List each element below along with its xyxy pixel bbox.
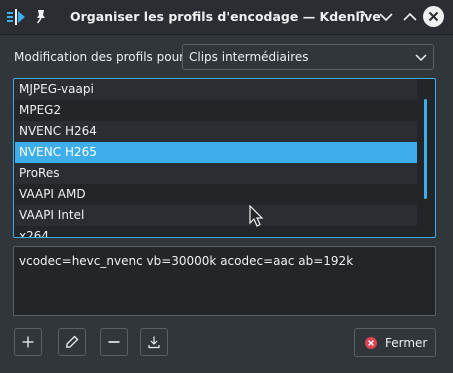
profile-parameters-text: vcodec=hevc_nvenc vb=30000k acodec=aac a… (19, 254, 354, 268)
combobox-value: Clips intermédiaires (189, 50, 309, 64)
kdenlive-app-icon (7, 9, 25, 25)
list-item[interactable]: VAAPI AMD (15, 184, 417, 205)
maximize-icon[interactable] (400, 7, 420, 27)
close-icon (428, 11, 439, 22)
list-item[interactable]: NVENC H264 (15, 121, 417, 142)
window-title: Organiser les profils d'encodage — Kdenl… (70, 9, 381, 24)
profile-type-combobox[interactable]: Clips intermédiaires (182, 44, 434, 70)
close-dialog-button[interactable]: Fermer (354, 328, 436, 357)
edit-profile-button[interactable] (58, 328, 86, 356)
add-profile-button[interactable] (14, 328, 42, 356)
list-item[interactable]: x264 (15, 226, 417, 237)
help-icon[interactable]: ? (352, 7, 372, 27)
profile-parameters-field[interactable]: vcodec=hevc_nvenc vb=30000k acodec=aac a… (13, 246, 436, 316)
svg-text:?: ? (358, 8, 366, 26)
remove-icon (108, 341, 120, 343)
close-circle-icon (365, 337, 377, 349)
profile-type-label: Modification des profils pour (14, 50, 185, 64)
list-item[interactable]: MPEG2 (15, 100, 417, 121)
title-bar: Organiser les profils d'encodage — Kdenl… (0, 0, 453, 35)
close-button-label: Fermer (385, 336, 428, 350)
add-icon (22, 336, 34, 348)
mouse-cursor-icon (249, 205, 264, 227)
chevron-down-icon (415, 54, 427, 62)
list-item[interactable]: MJPEG-vaapi (15, 79, 417, 100)
edit-icon (66, 335, 79, 348)
list-item-selected[interactable]: NVENC H265 (15, 142, 417, 163)
close-window-button[interactable] (423, 6, 444, 27)
download-icon (148, 336, 160, 349)
download-profiles-button[interactable] (140, 328, 168, 356)
pin-icon[interactable] (33, 9, 47, 25)
remove-profile-button[interactable] (100, 328, 128, 356)
minimize-icon[interactable] (376, 7, 396, 27)
scrollbar-thumb[interactable] (424, 99, 427, 199)
list-item[interactable]: VAAPI Intel (15, 205, 417, 226)
profile-list[interactable]: MJPEG-vaapi MPEG2 NVENC H264 NVENC H265 … (13, 78, 436, 238)
list-item[interactable]: ProRes (15, 163, 417, 184)
